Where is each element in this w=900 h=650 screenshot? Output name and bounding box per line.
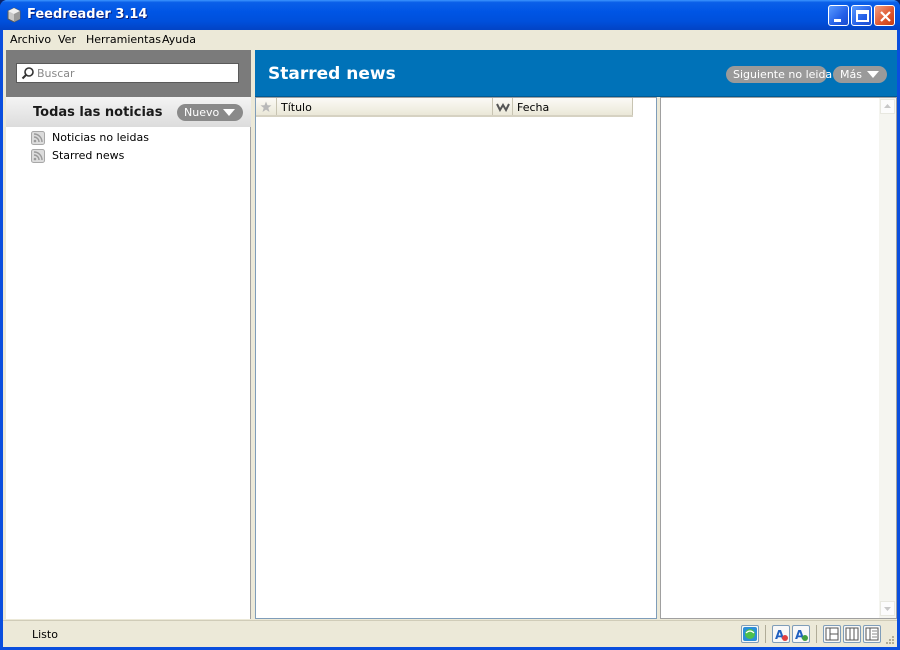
column-title[interactable]: Título [277,98,493,115]
article-preview[interactable] [660,97,897,619]
next-unread-label: Siguiente no leida [733,68,833,81]
article-list-header: Título Fecha [256,98,633,117]
chevron-down-icon [223,109,235,116]
column-date-label: Fecha [517,101,550,114]
resize-grip-icon[interactable] [883,633,895,645]
menu-bar: Archivo Ver Herramientas Ayuda [3,30,897,50]
feed-label: Starred news [52,149,125,162]
menu-archivo[interactable]: Archivo [10,33,51,46]
search-input[interactable] [37,65,235,81]
all-news-header: Todas las noticias Nuevo [6,97,251,127]
layout-columns-button[interactable] [843,625,861,643]
chevron-down-icon [867,71,879,78]
column-title-label: Título [281,101,312,114]
rss-feed-icon [31,131,45,145]
new-button-label: Nuevo [184,106,220,119]
minimize-button[interactable] [828,5,849,26]
feed-item-unread[interactable]: Noticias no leidas [31,130,231,146]
feed-item-starred[interactable]: Starred news [31,148,231,164]
vertical-scrollbar[interactable] [879,98,896,618]
layout-right-button[interactable] [863,625,881,643]
status-icon [496,103,510,112]
search-box[interactable] [16,63,239,83]
layout-preview-icon [865,627,879,641]
feed-label: Noticias no leidas [52,131,149,144]
more-button-label: Más [840,68,862,81]
search-icon [21,67,34,80]
chevron-up-icon [884,104,891,108]
next-unread-button[interactable]: Siguiente no leida [726,66,832,83]
font-size-up-icon: A [795,628,808,642]
title-bar[interactable]: Feedreader 3.14 [0,0,900,30]
globe-icon [743,627,757,641]
menu-ayuda[interactable]: Ayuda [162,33,196,46]
minimize-icon [834,19,841,22]
scroll-up-button[interactable] [880,99,895,114]
app-logo-icon [7,7,21,23]
column-star[interactable] [256,98,277,115]
font-size-down-icon: A [775,628,788,642]
maximize-icon [856,10,869,22]
close-icon [880,11,891,22]
status-bar: Listo A A [3,620,897,647]
column-status[interactable] [493,98,513,115]
app-window: Feedreader 3.14 Archivo Ver Herramientas… [0,0,900,650]
feed-header: Starred news Siguiente no leida Más [255,50,897,97]
chevron-down-icon [884,607,891,611]
article-list[interactable]: Título Fecha [255,97,657,619]
layout-columns-icon [845,627,859,641]
new-button[interactable]: Nuevo [177,104,243,121]
column-date[interactable]: Fecha [513,98,633,115]
window-title: Feedreader 3.14 [27,7,148,22]
status-separator [816,625,817,643]
feed-sidebar: Todas las noticias Nuevo Noticias no lei… [6,50,251,619]
menu-ver[interactable]: Ver [58,33,76,46]
rss-feed-icon [31,149,45,163]
status-text: Listo [32,628,58,641]
status-separator [765,625,766,643]
all-news-title: Todas las noticias [33,105,163,120]
menu-herramientas[interactable]: Herramientas [86,33,161,46]
maximize-button[interactable] [851,5,872,26]
close-button[interactable] [874,5,895,26]
scroll-down-button[interactable] [880,601,895,616]
more-button[interactable]: Más [833,66,887,83]
search-area [6,50,251,97]
sync-button[interactable] [741,625,759,643]
font-decrease-button[interactable]: A [772,625,790,643]
layout-left-button[interactable] [823,625,841,643]
star-icon [260,101,272,112]
layout-list-icon [825,627,839,641]
font-increase-button[interactable]: A [792,625,810,643]
feed-title: Starred news [268,64,396,84]
